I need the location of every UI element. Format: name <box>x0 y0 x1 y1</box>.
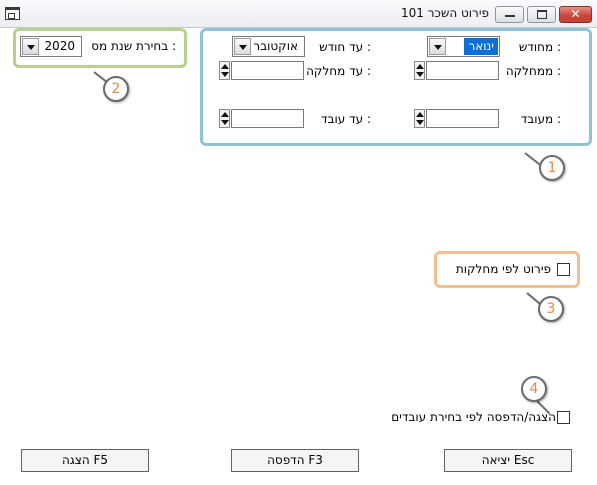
callout-box-by-departments <box>434 251 580 288</box>
callout-marker-1: 1 <box>539 155 565 181</box>
app-window-icon[interactable] <box>5 7 20 20</box>
by-employees-label: הצגה/הדפסה לפי בחירת עובדים <box>391 410 556 424</box>
callout-box-tax-year <box>13 28 187 68</box>
callout-box-range-filters <box>200 28 592 146</box>
exit-button[interactable]: יציאה Esc <box>444 449 572 472</box>
print-button[interactable]: הדפסה F3 <box>231 449 359 472</box>
window-title: פירוט השכר 101 <box>401 6 489 20</box>
callout-marker-4: 4 <box>521 376 547 402</box>
callout-marker-3: 3 <box>538 296 564 322</box>
close-button[interactable]: ✕ <box>559 6 592 23</box>
callout-marker-2: 2 <box>103 76 129 102</box>
maximize-button[interactable] <box>527 6 556 23</box>
by-employees-checkbox[interactable] <box>557 411 570 424</box>
display-button[interactable]: הצגה F5 <box>21 449 149 472</box>
minimize-button[interactable] <box>495 6 524 23</box>
